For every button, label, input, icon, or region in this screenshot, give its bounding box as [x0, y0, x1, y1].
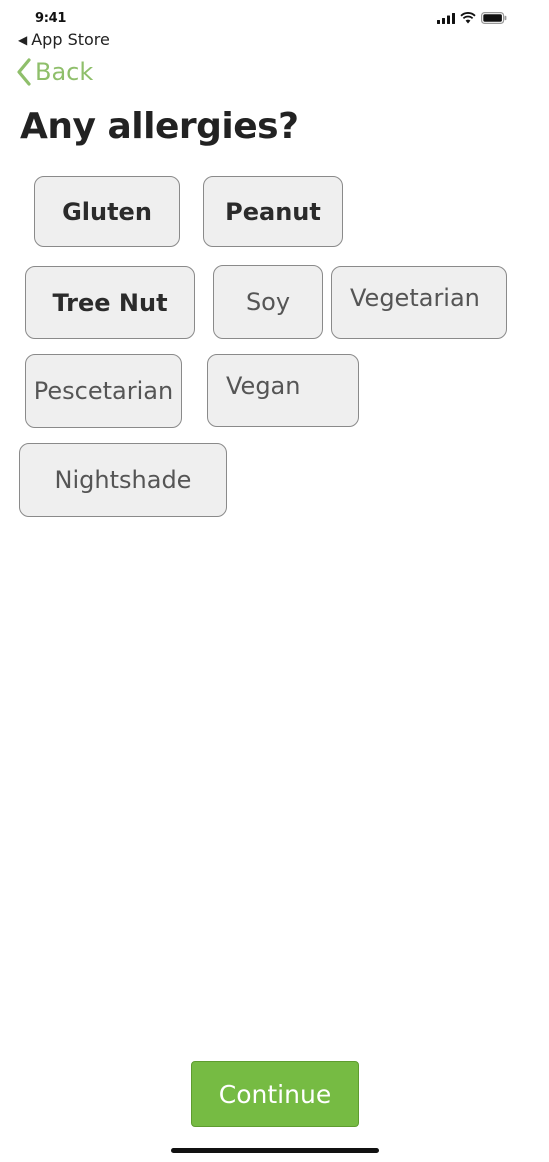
back-button[interactable]: Back [16, 58, 93, 86]
battery-icon [481, 12, 507, 24]
option-label: Soy [245, 288, 291, 316]
continue-label: Continue [218, 1079, 332, 1109]
option-label: Peanut [225, 197, 321, 226]
return-app-label: App Store [31, 30, 110, 49]
option-label: Vegetarian [350, 284, 480, 312]
option-label: Nightshade [54, 466, 192, 494]
option-label: Gluten [62, 197, 152, 226]
option-vegan[interactable]: Vegan [207, 354, 359, 427]
home-indicator [171, 1148, 379, 1153]
option-label: Pescetarian [33, 377, 174, 405]
option-gluten[interactable]: Gluten [34, 176, 180, 247]
chevron-left-icon [17, 58, 31, 86]
continue-button[interactable]: Continue [191, 1061, 359, 1127]
option-soy[interactable]: Soy [213, 265, 323, 339]
cellular-signal-icon [437, 12, 455, 24]
wifi-icon [460, 12, 476, 24]
option-nightshade[interactable]: Nightshade [19, 443, 227, 517]
option-vegetarian[interactable]: Vegetarian [331, 266, 507, 339]
back-triangle-icon: ◀ [18, 32, 28, 47]
option-label: Tree Nut [52, 288, 168, 317]
page-title: Any allergies? [20, 106, 299, 147]
option-pescetarian[interactable]: Pescetarian [25, 354, 182, 428]
option-peanut[interactable]: Peanut [203, 176, 343, 247]
option-tree-nut[interactable]: Tree Nut [25, 266, 195, 339]
status-icons [437, 12, 507, 24]
return-to-app-store[interactable]: ◀ App Store [18, 30, 110, 49]
option-label: Vegan [226, 372, 301, 400]
back-label: Back [35, 58, 94, 86]
status-time: 9:41 [35, 11, 67, 26]
